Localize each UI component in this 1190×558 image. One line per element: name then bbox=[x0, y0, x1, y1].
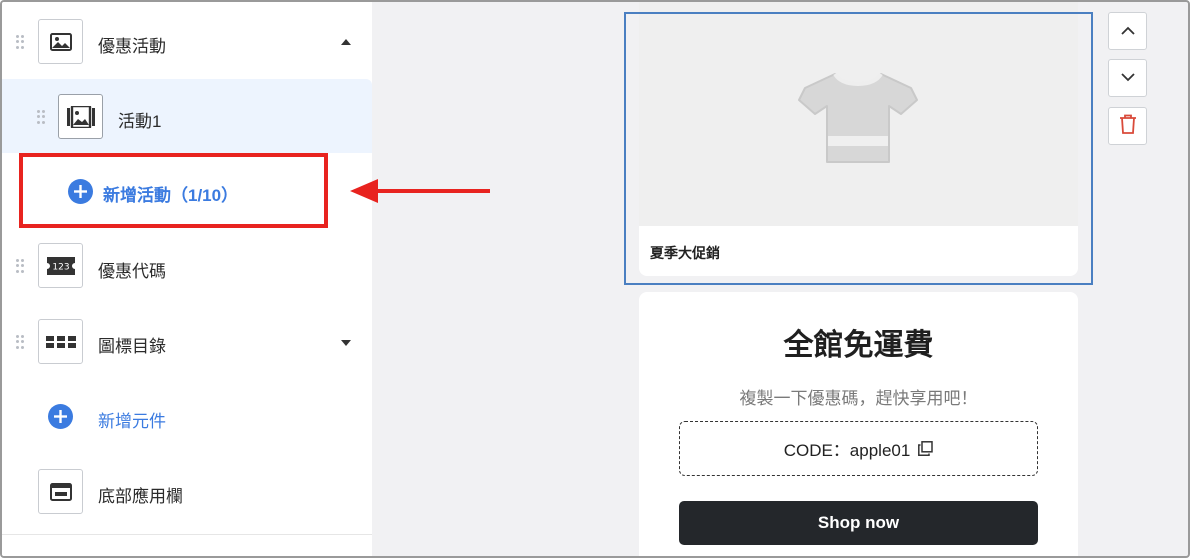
bottom-bar-icon bbox=[38, 469, 83, 514]
coupon-code-box[interactable]: CODE：apple01 bbox=[679, 421, 1038, 476]
svg-text:123: 123 bbox=[52, 262, 69, 272]
drag-handle-icon[interactable] bbox=[16, 335, 24, 349]
sidebar-item-label[interactable]: 底部應用欄 bbox=[98, 482, 183, 507]
coupon-card: 全館免運費 複製一下優惠碼，趕快享用吧！ CODE：apple01 Shop n… bbox=[639, 292, 1078, 556]
chevron-down-icon bbox=[1120, 69, 1135, 87]
selected-outline bbox=[624, 12, 1093, 285]
shop-now-button[interactable]: Shop now bbox=[679, 501, 1038, 545]
coupon-icon: 123 bbox=[38, 243, 83, 288]
coupon-title: 全館免運費 bbox=[783, 329, 934, 362]
sidebar-item-label[interactable]: 優惠代碼 bbox=[98, 257, 166, 282]
divider bbox=[2, 534, 372, 535]
trash-icon bbox=[1119, 114, 1137, 139]
plus-circle-icon[interactable] bbox=[48, 404, 73, 429]
add-component-button[interactable]: 新增元件 bbox=[98, 407, 166, 432]
move-up-button[interactable] bbox=[1108, 12, 1147, 50]
delete-button[interactable] bbox=[1108, 107, 1147, 145]
highlight-box bbox=[19, 153, 328, 228]
sidebar-item-label[interactable]: 優惠活動 bbox=[98, 32, 166, 57]
image-icon bbox=[38, 19, 83, 64]
drag-handle-icon[interactable] bbox=[16, 35, 24, 49]
coupon-code: CODE：apple01 bbox=[783, 441, 911, 460]
move-down-button[interactable] bbox=[1108, 59, 1147, 97]
arrow-head-icon bbox=[350, 179, 378, 203]
caret-up-icon[interactable] bbox=[341, 39, 351, 45]
caret-down-icon[interactable] bbox=[341, 340, 351, 346]
chevron-up-icon bbox=[1120, 22, 1135, 40]
gallery-icon bbox=[58, 94, 103, 139]
copy-icon[interactable] bbox=[918, 441, 934, 456]
sidebar-item-label[interactable]: 圖標目錄 bbox=[98, 332, 166, 357]
editor-frame: 優惠活動 活動1 新增活動（1/10） 123 優惠代碼 圖標目錄 新增元件 底… bbox=[0, 0, 1190, 558]
annotation-arrow bbox=[372, 189, 490, 193]
drag-handle-icon[interactable] bbox=[16, 259, 24, 273]
sidebar-item-label[interactable]: 活動1 bbox=[118, 107, 161, 132]
grid-icon bbox=[38, 319, 83, 364]
coupon-subtitle: 複製一下優惠碼，趕快享用吧！ bbox=[739, 389, 978, 408]
sidebar: 優惠活動 活動1 新增活動（1/10） 123 優惠代碼 圖標目錄 新增元件 底… bbox=[2, 2, 372, 556]
drag-handle-icon[interactable] bbox=[37, 110, 45, 124]
